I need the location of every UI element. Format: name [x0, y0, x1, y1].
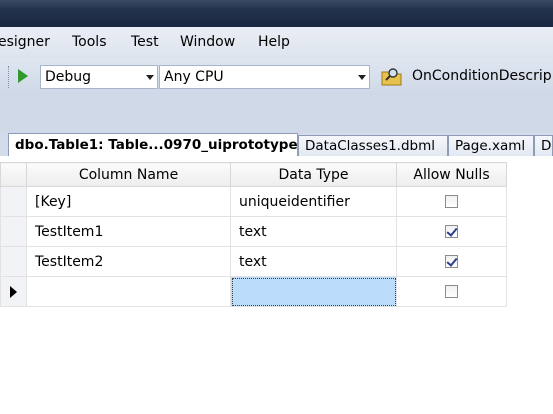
table-row-new[interactable] — [0, 276, 507, 307]
row-selector-header[interactable] — [0, 162, 27, 187]
menu-item-help[interactable]: Help — [258, 34, 290, 50]
allow-nulls-cell — [396, 276, 507, 307]
chevron-down-icon[interactable] — [358, 75, 366, 80]
tab-table-designer[interactable]: dbo.Table1: Table...0970_uiprototype)* — [8, 133, 298, 156]
menu-item-test[interactable]: Test — [131, 34, 159, 50]
window-title-bar — [0, 0, 553, 27]
menu-item-tools[interactable]: Tools — [72, 34, 107, 50]
table-row[interactable]: TestItem1 text — [0, 216, 507, 247]
column-name-cell[interactable] — [26, 276, 231, 307]
toolbar-area — [0, 95, 553, 133]
table-designer-grid-area: Column Name Data Type Allow Nulls [Key] … — [0, 156, 553, 414]
allow-nulls-checkbox[interactable] — [445, 225, 458, 238]
allow-nulls-checkbox[interactable] — [445, 255, 458, 268]
toolbar-grip[interactable] — [8, 66, 10, 88]
data-type-cell[interactable]: text — [230, 246, 397, 277]
data-type-cell[interactable]: uniqueidentifier — [230, 186, 397, 217]
row-selector[interactable] — [0, 246, 27, 277]
chevron-down-icon[interactable] — [146, 75, 154, 80]
column-header-nulls[interactable]: Allow Nulls — [396, 162, 507, 187]
solution-configuration-value: Debug — [45, 69, 92, 85]
column-name-cell[interactable]: TestItem1 — [26, 216, 231, 247]
find-text[interactable]: OnConditionDescrip — [412, 68, 552, 84]
tab-page-xaml[interactable]: Page.xaml — [448, 135, 534, 156]
solution-platform-value: Any CPU — [164, 69, 224, 85]
standard-toolbar: Debug Any CPU OnConditionDescrip — [0, 59, 553, 95]
row-pointer-icon — [10, 285, 17, 298]
data-type-cell[interactable]: text — [230, 216, 397, 247]
row-selector[interactable] — [0, 186, 27, 217]
allow-nulls-checkbox[interactable] — [445, 285, 458, 298]
allow-nulls-cell — [396, 216, 507, 247]
menu-bar: esigner Tools Test Window Help — [0, 27, 553, 59]
solution-platform-combo[interactable]: Any CPU — [159, 65, 370, 89]
allow-nulls-cell — [396, 186, 507, 217]
row-selector-current[interactable] — [0, 276, 27, 307]
document-tab-strip: dbo.Table1: Table...0970_uiprototype)* D… — [0, 133, 553, 156]
allow-nulls-cell — [396, 246, 507, 277]
menu-item-window[interactable]: Window — [180, 34, 235, 50]
table-row[interactable]: [Key] uniqueidentifier — [0, 186, 507, 217]
row-selector[interactable] — [0, 216, 27, 247]
column-header-name[interactable]: Column Name — [26, 162, 231, 187]
column-name-cell[interactable]: TestItem2 — [26, 246, 231, 277]
tab-dataclasses[interactable]: DataClasses1.dbml — [298, 135, 448, 156]
column-name-cell[interactable]: [Key] — [26, 186, 231, 217]
data-type-cell-editing[interactable] — [230, 276, 397, 307]
menu-item-designer[interactable]: esigner — [0, 34, 50, 50]
tab-overflow[interactable]: D — [534, 135, 553, 156]
column-header-type[interactable]: Data Type — [230, 162, 397, 187]
grid-header-row: Column Name Data Type Allow Nulls — [0, 162, 507, 187]
solution-configuration-combo[interactable]: Debug — [40, 65, 158, 89]
column-grid: Column Name Data Type Allow Nulls [Key] … — [0, 162, 507, 307]
find-in-files-icon[interactable] — [381, 67, 403, 86]
table-row[interactable]: TestItem2 text — [0, 246, 507, 277]
play-icon[interactable] — [18, 69, 28, 83]
allow-nulls-checkbox[interactable] — [445, 195, 458, 208]
